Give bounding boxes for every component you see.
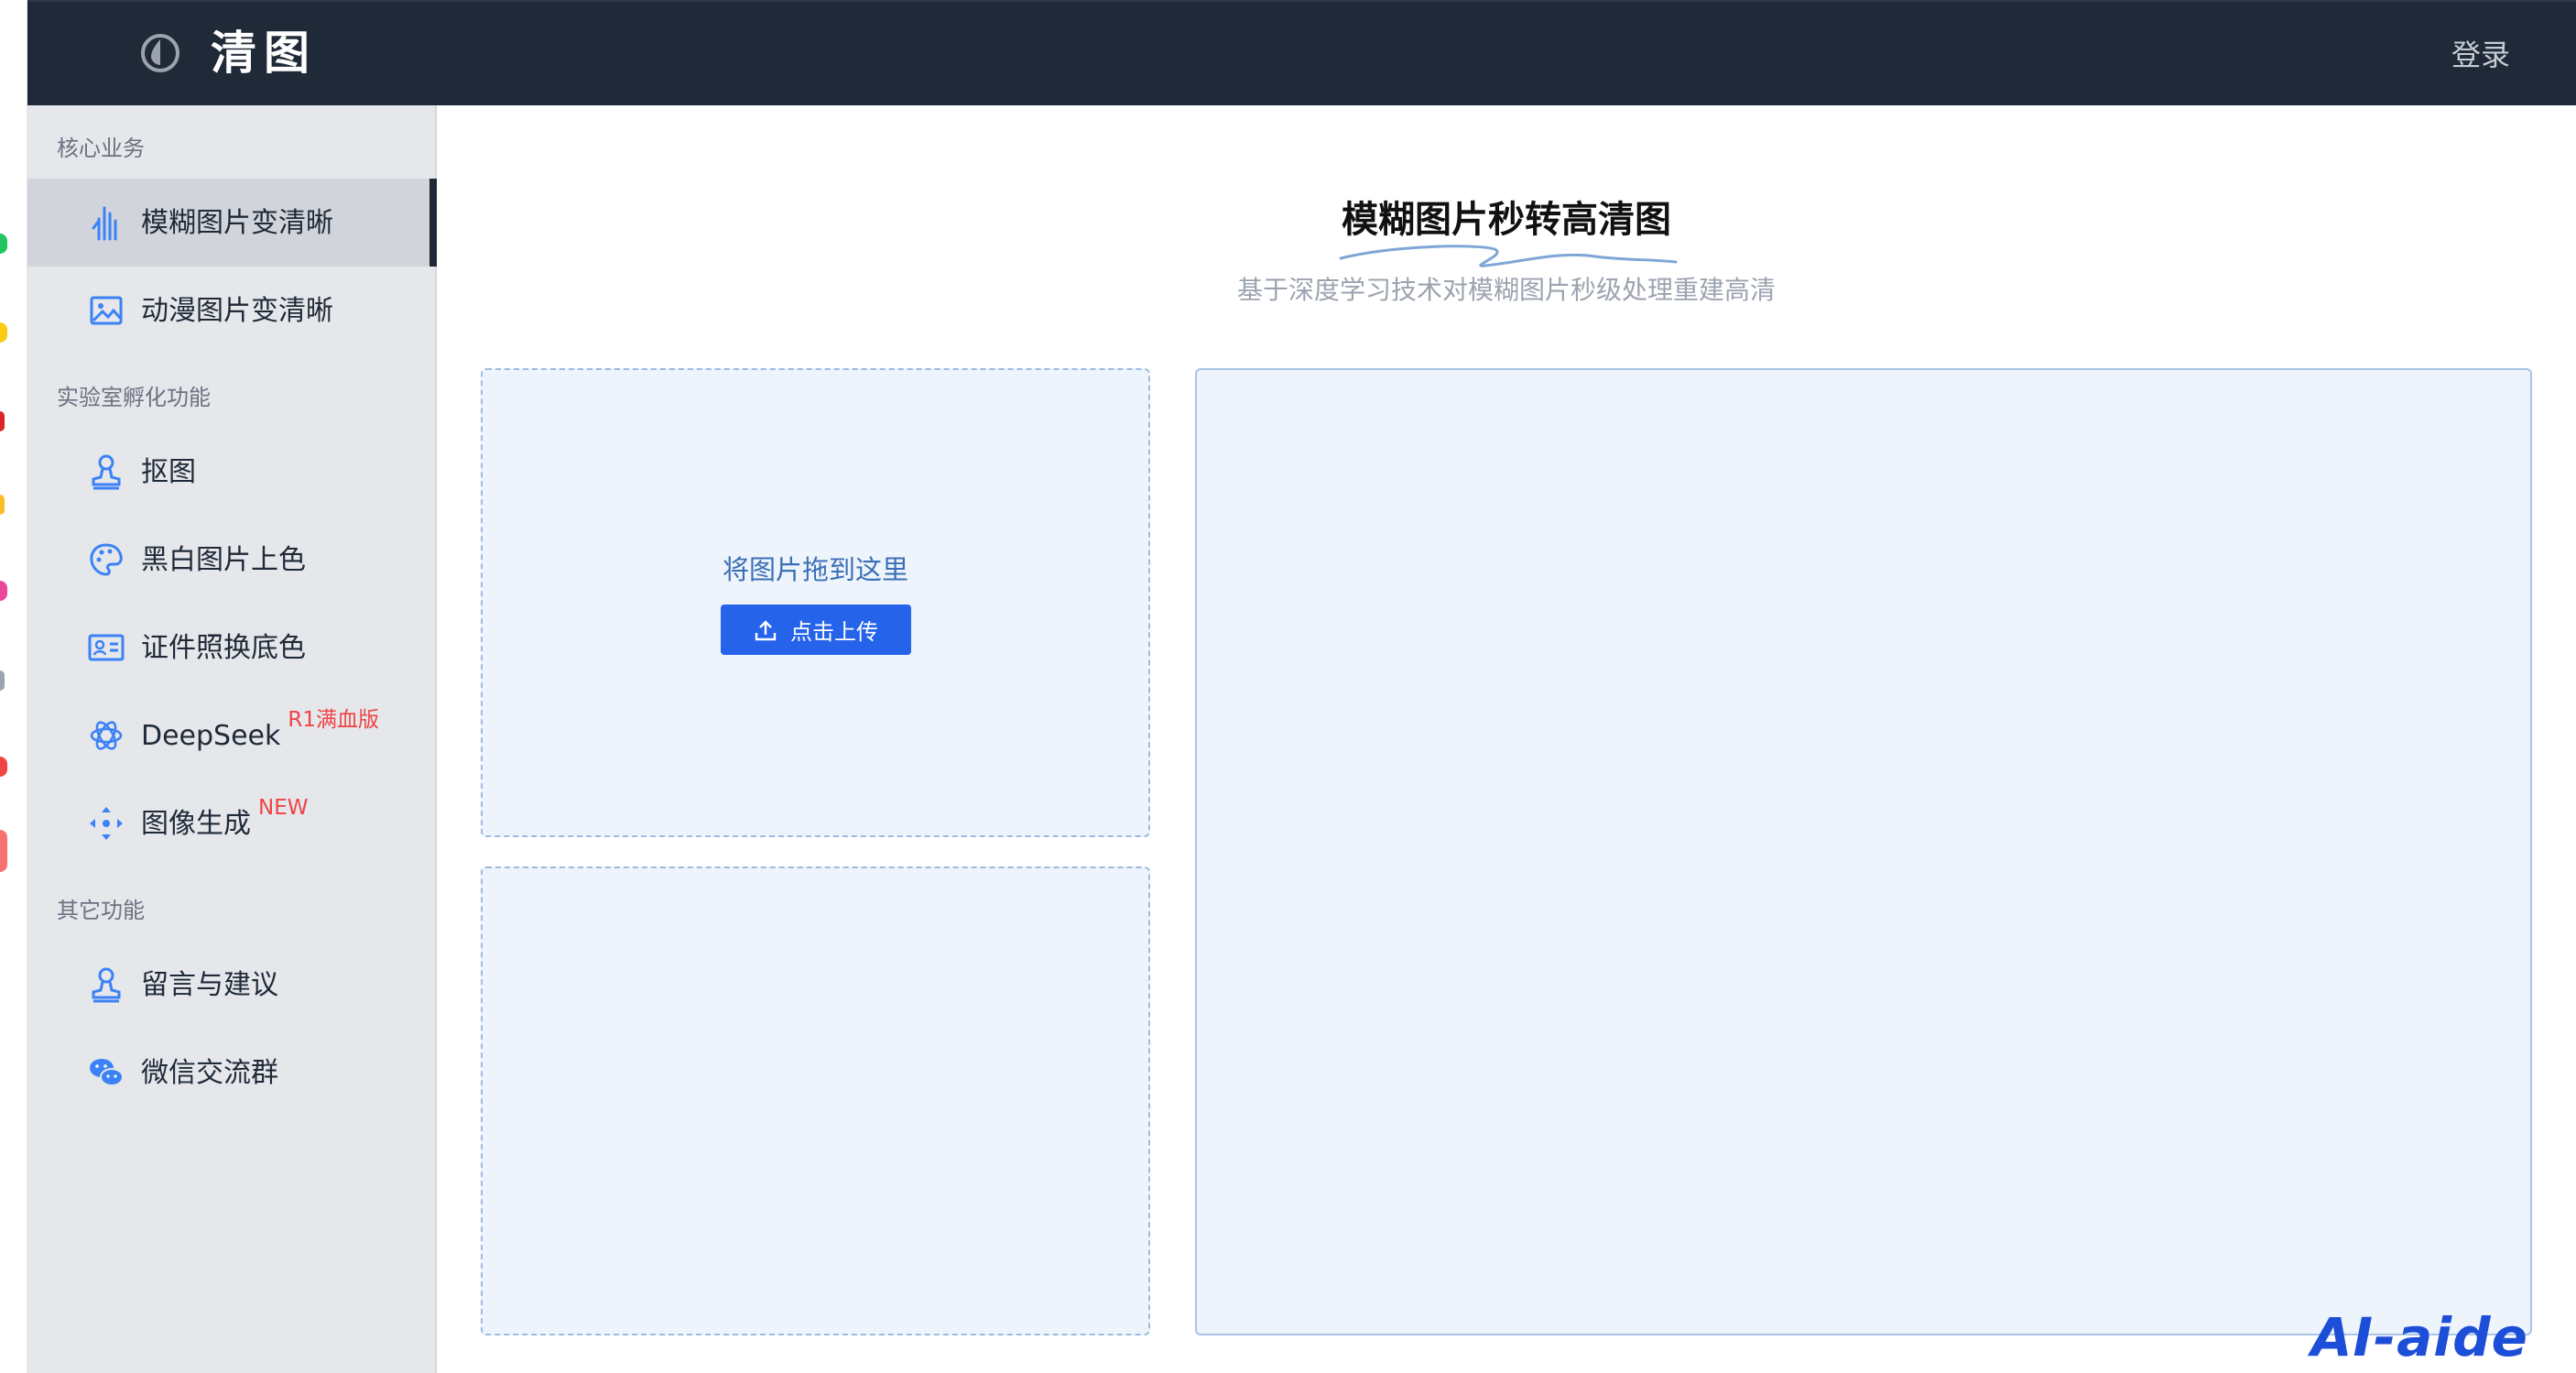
palette-icon — [90, 543, 123, 576]
sidebar-item-colorize[interactable]: 黑白图片上色 — [27, 516, 437, 604]
sidebar-item-label: 留言与建议 — [141, 969, 278, 1001]
sidebar-item-deepseek[interactable]: DeepSeek R1满血版 — [27, 692, 437, 779]
original-image-preview — [481, 866, 1150, 1335]
upload-button[interactable]: 点击上传 — [721, 605, 911, 655]
sidebar-item-feedback[interactable]: 留言与建议 — [27, 941, 437, 1029]
stamp-icon — [92, 454, 121, 490]
login-link[interactable]: 登录 — [2451, 37, 2510, 73]
sidebar-item-label: DeepSeek R1满血版 — [141, 708, 379, 754]
sidebar-item-wechat-group[interactable]: 微信交流群 — [27, 1029, 437, 1117]
sidebar-item-label: 微信交流群 — [141, 1057, 278, 1089]
sidebar-item-cutout[interactable]: 抠图 — [27, 428, 437, 516]
top-header: 清图 登录 — [27, 0, 2576, 105]
edge-app-dot — [0, 411, 5, 431]
sidebar-item-deblur[interactable]: 模糊图片变清晰 — [27, 179, 437, 267]
sidebar-item-label: 图像生成 NEW — [141, 796, 308, 842]
move-icon — [90, 807, 123, 840]
upload-button-label: 点击上传 — [790, 619, 878, 645]
main-content: 模糊图片秒转高清图 基于深度学习技术对模糊图片秒级处理重建高清 将图片拖到这里 … — [437, 105, 2576, 1373]
sidebar: 核心业务 模糊图片变清晰 动漫图片变清晰 实验室孵化功能 抠图 黑白图片上色 证… — [27, 105, 437, 1373]
edge-app-dot — [0, 670, 5, 691]
image-icon — [90, 296, 123, 325]
upload-icon — [755, 619, 777, 640]
sidebar-item-id-photo[interactable]: 证件照换底色 — [27, 604, 437, 692]
r1-badge: R1满血版 — [288, 708, 380, 732]
logo-icon — [141, 34, 179, 72]
edge-app-dot — [0, 581, 7, 601]
sidebar-item-anime[interactable]: 动漫图片变清晰 — [27, 267, 437, 354]
image-gen-label: 图像生成 — [141, 808, 251, 840]
screen-edge-strip — [0, 0, 27, 1373]
sidebar-group-lab: 实验室孵化功能 — [57, 385, 211, 410]
wechat-icon — [90, 1059, 124, 1086]
drop-hint: 将图片拖到这里 — [722, 554, 908, 585]
sidebar-item-label: 动漫图片变清晰 — [141, 295, 333, 327]
page-subtitle: 基于深度学习技术对模糊图片秒级处理重建高清 — [1236, 275, 1776, 305]
stamp-icon — [92, 967, 121, 1003]
new-badge: NEW — [258, 796, 309, 820]
edge-app-dot — [0, 322, 7, 343]
sidebar-item-label: 模糊图片变清晰 — [141, 207, 333, 239]
id-card-icon — [88, 634, 125, 661]
edge-app-dot — [0, 234, 7, 254]
upload-drop-zone[interactable]: 将图片拖到这里 点击上传 — [481, 368, 1150, 837]
sidebar-item-label: 抠图 — [141, 456, 196, 488]
edge-app-dot — [0, 495, 5, 515]
watermark-logo: AI-aide — [2310, 1306, 2528, 1368]
sidebar-item-label: 黑白图片上色 — [141, 544, 306, 576]
deepseek-label: DeepSeek — [141, 720, 281, 752]
brand-name: 清图 — [211, 26, 317, 80]
edge-app-dot — [0, 757, 7, 777]
app-window: 清图 登录 核心业务 模糊图片变清晰 动漫图片变清晰 实验室孵化功能 抠图 黑白… — [0, 0, 2576, 1373]
sidebar-group-core: 核心业务 — [57, 136, 145, 161]
hand-icon — [92, 206, 117, 241]
edge-app-dot — [0, 830, 7, 872]
result-image-preview — [1195, 368, 2532, 1335]
sidebar-item-label: 证件照换底色 — [141, 632, 306, 664]
sidebar-item-image-gen[interactable]: 图像生成 NEW — [27, 779, 437, 867]
sidebar-group-other: 其它功能 — [57, 898, 145, 923]
openai-icon — [90, 721, 123, 750]
